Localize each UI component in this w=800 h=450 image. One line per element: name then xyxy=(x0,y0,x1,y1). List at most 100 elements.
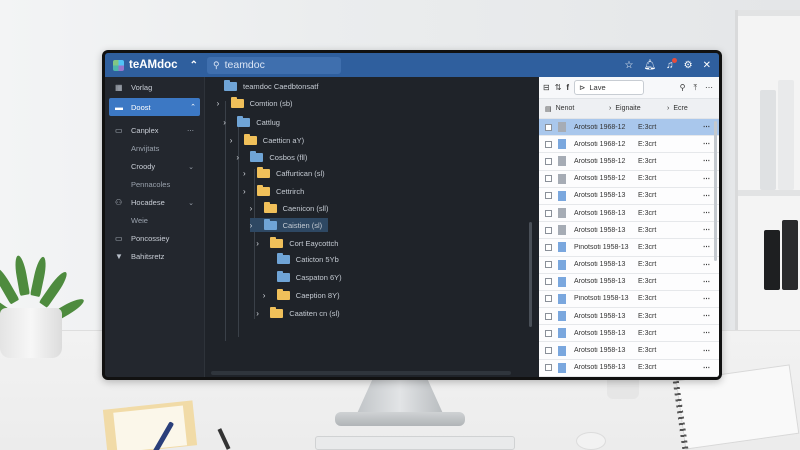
row-more-icon[interactable]: ⋯ xyxy=(703,329,711,337)
col-name[interactable]: ▤ Nenot xyxy=(539,105,601,113)
more-icon[interactable]: ⋯ xyxy=(705,83,713,93)
sidebar-item[interactable]: Anvijtats xyxy=(105,140,204,157)
star-icon[interactable]: ☆ xyxy=(624,60,633,71)
row-checkbox[interactable] xyxy=(545,295,552,303)
file-row[interactable]: Arotsoti 1958-13 E:3crt ⋯ xyxy=(539,222,719,240)
view-toggle-icon[interactable]: ⊟ xyxy=(543,83,550,92)
facebook-icon[interactable]: f xyxy=(566,83,569,92)
tree-node[interactable]: › Caetticn aY) xyxy=(230,133,304,147)
tree-node[interactable]: › Caatiten cn (sl) xyxy=(256,306,340,320)
col-date[interactable]: › Ecre xyxy=(661,105,688,112)
tree-node[interactable]: › Caistien (sl) xyxy=(249,218,329,232)
file-row[interactable]: Arotsoti 1958-13 E:3crt ⋯ xyxy=(539,273,719,291)
row-more-icon[interactable]: ⋯ xyxy=(703,364,711,372)
file-row[interactable]: Arotsoti 1958-13 E:3crt ⋯ xyxy=(539,308,719,326)
sidebar-item[interactable]: Weie xyxy=(105,212,204,229)
bell-icon[interactable]: 🔔︎ xyxy=(643,60,656,71)
search-icon[interactable]: ⚲ xyxy=(680,83,686,93)
row-more-icon[interactable]: ⋯ xyxy=(703,140,711,148)
row-checkbox[interactable] xyxy=(545,140,552,148)
sidebar-item[interactable]: Croody ⌄ xyxy=(105,158,204,175)
sidebar-item[interactable]: ⚇ Hocadese ⌄ xyxy=(105,194,204,211)
file-row[interactable]: Arotsoti 1968-13 E:3crt ⋯ xyxy=(539,204,719,223)
row-checkbox[interactable] xyxy=(545,192,552,200)
chevron-right-icon[interactable]: › xyxy=(243,169,253,178)
tree-node[interactable]: Caticton 5Yb xyxy=(263,252,339,266)
tree-node[interactable]: › Cettrirch xyxy=(243,184,304,198)
file-row[interactable]: Pinotsoti 1958-13 E:3crt ⋯ xyxy=(539,290,719,309)
sidebar-item[interactable]: ▭ Canplex ⋯ xyxy=(105,122,204,139)
file-row[interactable]: Arotsoti 1958-13 E:3crt ⋯ xyxy=(539,359,719,377)
filter-input[interactable]: ⊳ Lave xyxy=(574,80,645,95)
chevron-down-icon[interactable]: ⌄ xyxy=(188,163,194,171)
tree-node[interactable]: › Caeption 8Y) xyxy=(263,288,340,302)
row-more-icon[interactable]: ⋯ xyxy=(703,347,711,355)
file-row[interactable]: Arotsoti 1958-13 E:3crt ⋯ xyxy=(539,325,719,343)
file-list-scrollbar[interactable] xyxy=(714,121,717,261)
chevron-up-icon[interactable]: ⌃ xyxy=(190,60,198,71)
tree-node[interactable]: › Comtion (sb) xyxy=(217,96,293,110)
sidebar-item[interactable]: ▭ Poncossiey xyxy=(105,230,204,247)
sidebar-item[interactable]: ▬ Doost ⌃ xyxy=(109,98,200,116)
tree-node[interactable]: › Cort Eaycottch xyxy=(256,236,338,250)
row-more-icon[interactable]: ⋯ xyxy=(703,278,711,286)
file-row[interactable]: Arotsoti 1968-12 E:3crt ⋯ xyxy=(539,119,719,137)
tree-node[interactable]: Caspaton 6Y) xyxy=(263,270,342,284)
sidebar-item[interactable]: ▦ Vorlag xyxy=(105,79,204,96)
chevron-right-icon[interactable]: › xyxy=(263,291,273,300)
close-icon[interactable]: ✕ xyxy=(703,60,711,71)
row-checkbox[interactable] xyxy=(545,278,552,286)
row-checkbox[interactable] xyxy=(545,329,552,337)
file-row[interactable]: Arotsoti 1958-13 E:3crt ⋯ xyxy=(539,256,719,274)
row-more-icon[interactable]: ⋯ xyxy=(703,123,711,131)
tree-node[interactable]: › Caffurtican (sl) xyxy=(243,166,325,180)
file-row[interactable]: Arotsoti 1968-12 E:3crt ⋯ xyxy=(539,136,719,154)
row-checkbox[interactable] xyxy=(545,226,552,234)
row-more-icon[interactable]: ⋯ xyxy=(703,243,711,251)
tree-node[interactable]: › Caenicon (sll) xyxy=(250,201,328,215)
sidebar-item[interactable]: Pennacoles xyxy=(105,176,204,193)
tree-horizontal-scrollbar[interactable] xyxy=(211,371,511,375)
tree-node[interactable]: › Cattlug xyxy=(223,115,280,129)
chevron-down-icon[interactable]: ⌄ xyxy=(188,199,194,207)
row-checkbox[interactable] xyxy=(545,175,552,183)
chevron-right-icon[interactable]: › xyxy=(223,118,233,127)
row-checkbox[interactable] xyxy=(545,347,552,355)
col-size[interactable]: › Eignaite xyxy=(601,105,661,112)
row-checkbox[interactable] xyxy=(545,209,552,217)
row-more-icon[interactable]: ⋯ xyxy=(703,312,711,320)
row-checkbox[interactable] xyxy=(545,312,552,320)
chevron-right-icon[interactable]: › xyxy=(256,239,266,248)
chevron-right-icon[interactable]: › xyxy=(250,204,260,213)
chevron-right-icon[interactable]: › xyxy=(256,309,266,318)
chevron-right-icon[interactable]: › xyxy=(243,187,253,196)
sidebar-item[interactable]: ▼ Bahitsretz xyxy=(105,248,204,265)
chevron-up-icon[interactable]: ⌃ xyxy=(190,103,196,111)
file-row[interactable]: Arotsoti 1958-12 E:3crt ⋯ xyxy=(539,170,719,188)
upload-icon[interactable]: ⤒ xyxy=(693,83,697,93)
row-more-icon[interactable]: ⋯ xyxy=(703,209,711,217)
row-more-icon[interactable]: ⋯ xyxy=(703,261,711,269)
row-checkbox[interactable] xyxy=(545,364,552,372)
tree-node[interactable]: › Cosbos (fll) xyxy=(236,150,307,164)
file-row[interactable]: Arotsoti 1958-13 E:3crt ⋯ xyxy=(539,342,719,360)
file-row[interactable]: Arotsoti 1958-13 E:3crt ⋯ xyxy=(539,187,719,205)
row-checkbox[interactable] xyxy=(545,243,552,251)
chevron-down-icon[interactable]: ⋯ xyxy=(187,127,194,135)
row-more-icon[interactable]: ⋯ xyxy=(703,192,711,200)
file-row[interactable]: Arotsoti 1958-12 E:3crt ⋯ xyxy=(539,153,719,171)
row-more-icon[interactable]: ⋯ xyxy=(703,175,711,183)
chevron-right-icon[interactable]: › xyxy=(236,153,246,162)
search-input[interactable]: ⚲ teamdoc xyxy=(207,56,341,74)
brand[interactable]: teAMdoc ⌃ xyxy=(105,59,205,71)
sort-icon[interactable]: ⇅ xyxy=(555,83,562,92)
tree-vertical-scrollbar[interactable] xyxy=(529,222,532,327)
chevron-right-icon[interactable]: › xyxy=(230,136,240,145)
tree-node[interactable]: teamdoc Caedbtonsatf xyxy=(210,79,318,93)
row-checkbox[interactable] xyxy=(545,157,552,165)
file-row[interactable]: Pinotsoti 1958-13 E:3crt ⋯ xyxy=(539,239,719,257)
chevron-right-icon[interactable]: › xyxy=(250,221,260,230)
row-more-icon[interactable]: ⋯ xyxy=(703,226,711,234)
row-more-icon[interactable]: ⋯ xyxy=(703,157,711,165)
chevron-right-icon[interactable]: › xyxy=(217,99,227,108)
